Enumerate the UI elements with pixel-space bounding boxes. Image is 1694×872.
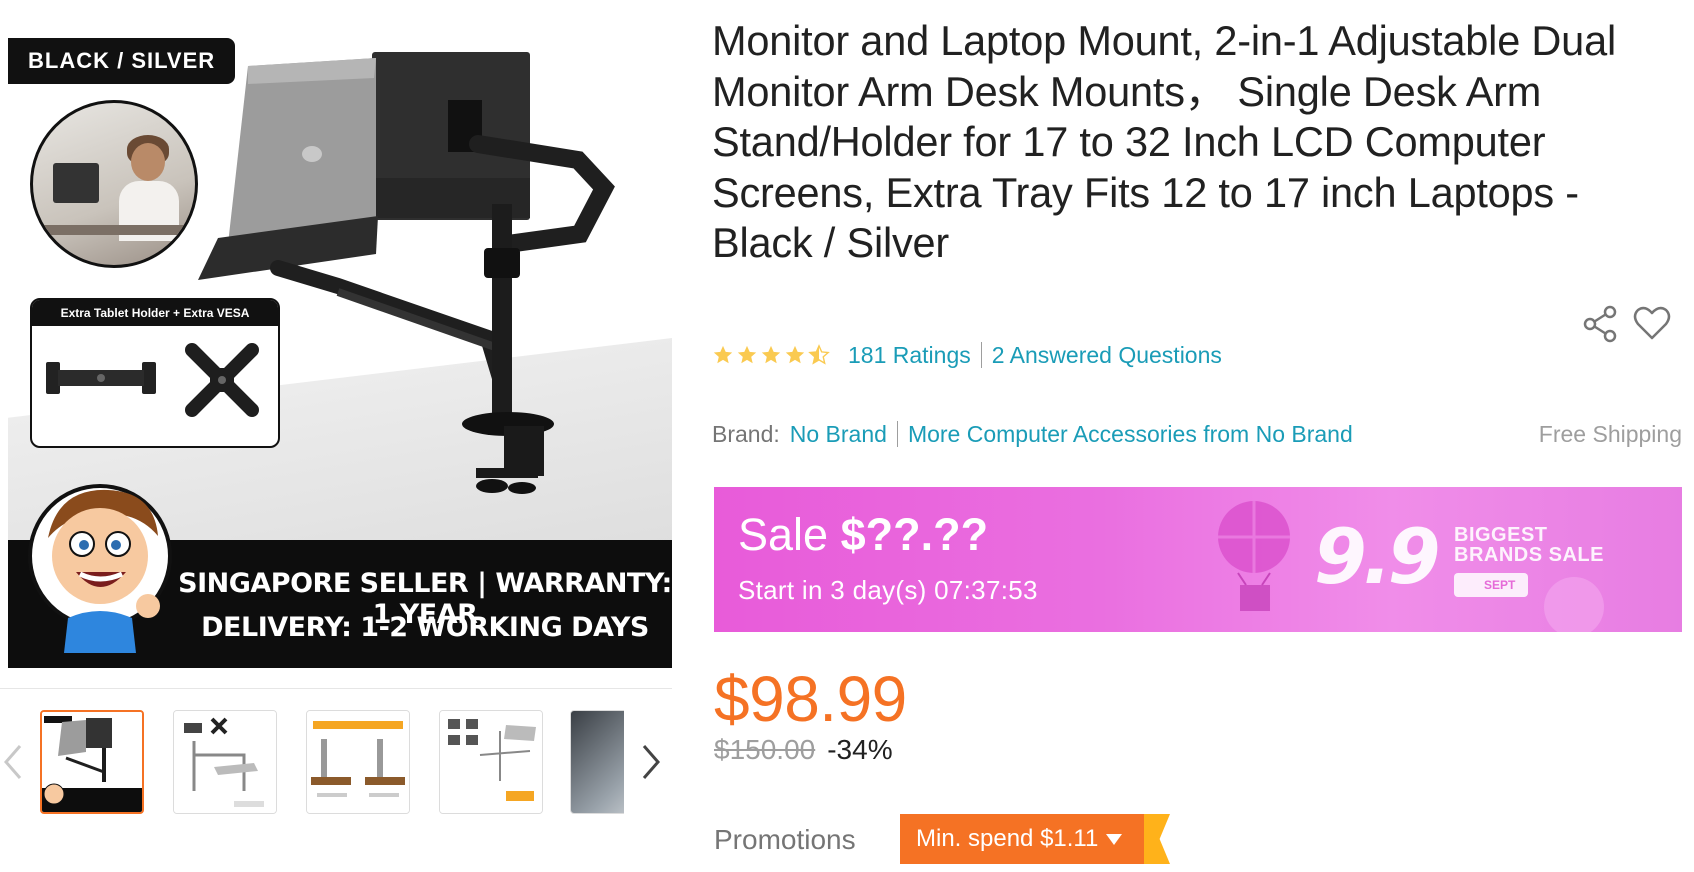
campaign-month-tag: SEPT bbox=[1454, 573, 1528, 597]
heart-icon[interactable] bbox=[1632, 304, 1672, 344]
brand-link[interactable]: No Brand bbox=[790, 421, 887, 448]
original-price-row: $150.00 -34% bbox=[714, 734, 893, 766]
chevron-right-icon[interactable] bbox=[636, 740, 664, 784]
tablet-holder-icon bbox=[46, 362, 156, 394]
questions-link[interactable]: 2 Answered Questions bbox=[992, 342, 1222, 369]
star-icon bbox=[713, 345, 733, 364]
thumb-main-product[interactable] bbox=[40, 710, 144, 814]
separator bbox=[896, 421, 898, 447]
tag-notch bbox=[1144, 814, 1170, 864]
extras-box: Extra Tablet Holder + Extra VESA bbox=[30, 298, 280, 448]
more-from-brand-link[interactable]: More Computer Accessories from No Brand bbox=[908, 421, 1353, 448]
product-gallery: BLACK / SILVER Extra Tablet Holder + Ext… bbox=[0, 0, 680, 872]
main-product-image[interactable]: BLACK / SILVER Extra Tablet Holder + Ext… bbox=[8, 8, 672, 668]
lifestyle-photo bbox=[30, 100, 198, 268]
thumb-installation-choices[interactable] bbox=[306, 710, 410, 814]
vesa-plate-icon bbox=[185, 343, 259, 417]
star-icon bbox=[761, 345, 781, 364]
star-icon bbox=[785, 345, 805, 364]
product-title: Monitor and Laptop Mount, 2-in-1 Adjusta… bbox=[712, 17, 1616, 266]
promotion-voucher-tag[interactable]: Min. spend $1.11 bbox=[900, 814, 1170, 864]
thumbnail-strip bbox=[0, 700, 680, 820]
brand-label: Brand: bbox=[712, 420, 780, 447]
brand-row: Brand: No Brand More Computer Accessorie… bbox=[712, 417, 1682, 451]
sale-title: Sale $??.?? bbox=[738, 509, 989, 560]
mascot-illustration bbox=[28, 484, 172, 653]
current-price: $98.99 bbox=[714, 663, 907, 735]
caret-down-icon bbox=[1106, 834, 1122, 845]
campaign-text: BIGGEST BRANDS SALE bbox=[1454, 524, 1604, 566]
gallery-divider bbox=[0, 688, 672, 689]
promotions-label: Promotions bbox=[714, 824, 856, 855]
promotions-row: Promotions Min. spend $1.11 bbox=[714, 814, 1414, 864]
rating-row: 181 Ratings 2 Answered Questions bbox=[712, 338, 1612, 372]
star-half-icon bbox=[808, 344, 830, 365]
thumb-laptop-plate[interactable] bbox=[173, 710, 277, 814]
rating-stars bbox=[712, 344, 830, 366]
sale-countdown: Start in 3 day(s) 07:37:53 bbox=[738, 575, 1038, 605]
thumb-dimensions[interactable] bbox=[439, 710, 543, 814]
campaign-logo: 9.9 bbox=[1314, 512, 1441, 601]
chevron-left-icon[interactable] bbox=[0, 740, 28, 784]
product-info: Monitor and Laptop Mount, 2-in-1 Adjusta… bbox=[712, 0, 1682, 872]
flash-sale-banner[interactable]: 9.9 BIGGEST BRANDS SALE SEPT Sale $??.??… bbox=[714, 487, 1682, 632]
original-price: $150.00 bbox=[714, 734, 816, 765]
discount-percent: -34% bbox=[827, 734, 893, 765]
ratings-link[interactable]: 181 Ratings bbox=[848, 342, 971, 369]
thumb-partial[interactable] bbox=[570, 710, 624, 814]
variant-badge: BLACK / SILVER bbox=[8, 38, 236, 84]
star-icon bbox=[737, 345, 757, 364]
extras-title: Extra Tablet Holder + Extra VESA bbox=[32, 300, 278, 326]
free-shipping-label: Free Shipping bbox=[1538, 421, 1682, 447]
separator bbox=[980, 342, 982, 368]
banner-line-delivery: DELIVERY: 1-2 WORKING DAYS bbox=[201, 612, 649, 643]
